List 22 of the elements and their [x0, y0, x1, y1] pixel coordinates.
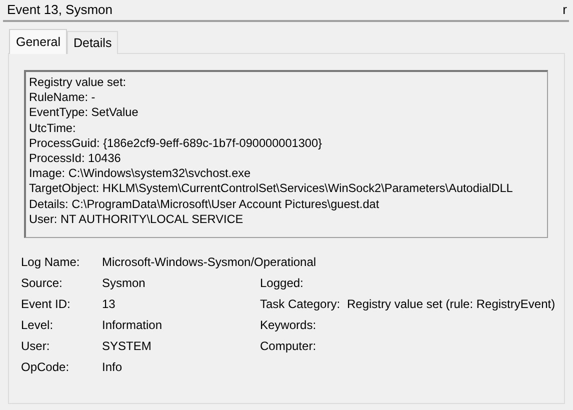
header-text: r — [562, 1, 567, 20]
field-label: Event ID: — [21, 296, 72, 312]
field-label: Log Name: — [21, 254, 81, 270]
field-label: Computer: — [260, 338, 318, 354]
field-label: Keywords: — [260, 317, 318, 333]
field-value: Microsoft-Windows-Sysmon/Operational — [102, 254, 318, 270]
field-value: Info — [102, 359, 124, 375]
field-label: OpCode: — [21, 359, 70, 375]
field-value: SYSTEM — [102, 338, 152, 354]
event-title: Event 13, Sysmon — [7, 1, 112, 20]
tab[interactable]: General — [9, 29, 68, 54]
field-value: Registry value set (rule: RegistryEvent) — [347, 296, 556, 312]
tab[interactable]: Details — [67, 31, 118, 54]
field-label: Task Category: — [260, 296, 342, 312]
field-label: Logged: — [260, 275, 304, 291]
field-value: Information — [102, 317, 164, 333]
field-value: 13 — [102, 296, 116, 312]
field-value: Sysmon — [102, 275, 146, 291]
event-description: Registry value set: RuleName: - EventType: SetValue UtcTime: ProcessGuid: {186e2cf9-9eff-689c-1b7f-090000001300} ProcessId: 10436 Image: C:\Windows\system32\svchost.exe TargetObject: HKLM\System\CurrentControlSet\Services\WinSock2\Parameters\AutodialDLL Details: C:\ProgramData\Microsoft\User Account Pictures\guest.dat User: NT AUTHORITY\LOCAL SERVICE — [24, 70, 548, 238]
field-label: Level: — [21, 317, 54, 333]
field-label: User: — [21, 338, 51, 354]
field-label: Source: — [21, 275, 64, 291]
